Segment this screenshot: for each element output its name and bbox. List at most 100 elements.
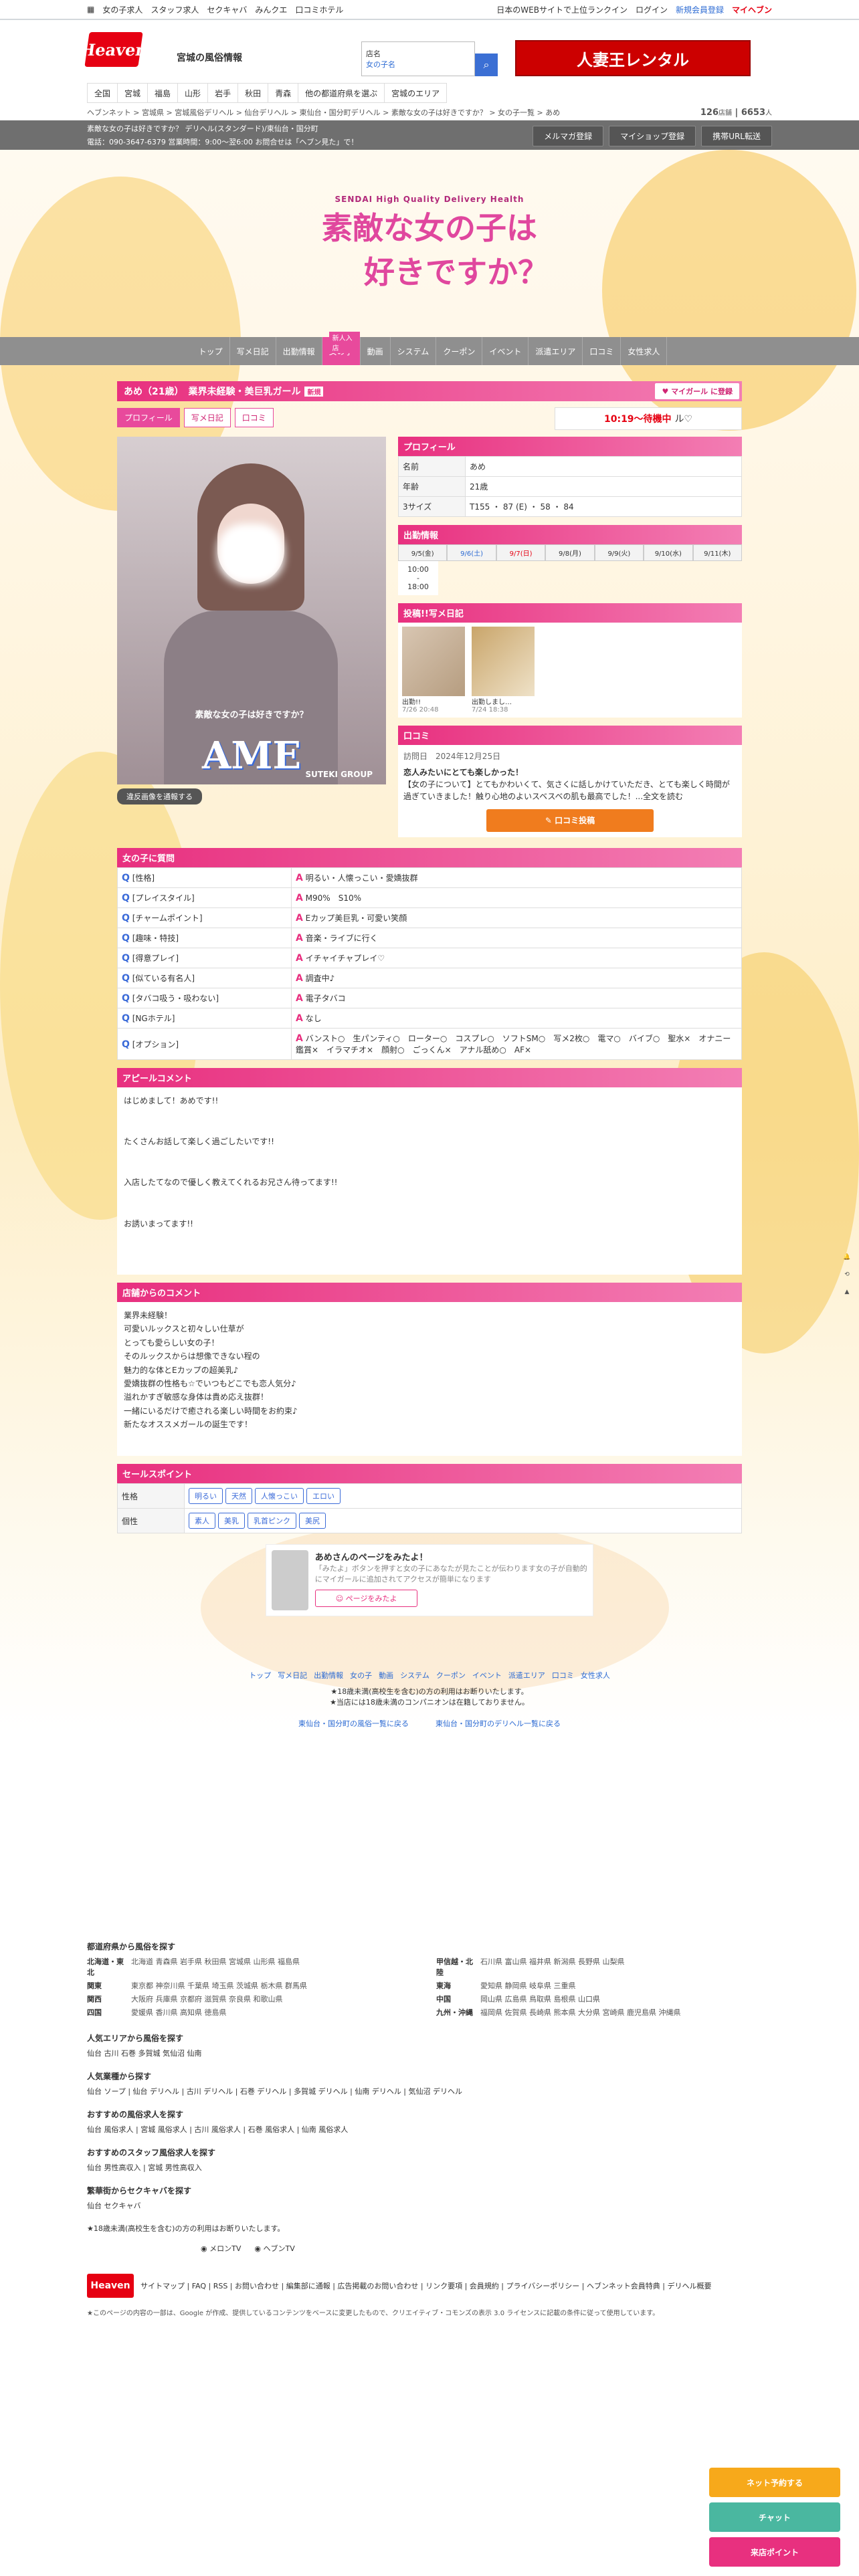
fnav-link[interactable]: イベント [472,1671,502,1680]
review-post-button[interactable]: ✎ 口コミ投稿 [486,809,654,832]
nav-video[interactable]: 動画 [361,337,391,365]
area-links[interactable]: 仙台 古川 石巻 多賀城 気仙沼 仙南 [87,2048,772,2058]
search-label: 店名 [366,49,381,58]
region-tab[interactable]: 宮城 [117,83,148,103]
net-reserve-button[interactable]: ネット予約する [709,2468,840,2497]
top-link[interactable]: 女の子求人 [102,4,142,15]
ad-banner[interactable]: 人妻王レンタル [515,40,751,76]
recruit-links[interactable]: 仙台 風俗求人 | 宮城 風俗求人 | 古川 風俗求人 | 石巻 風俗求人 | … [87,2124,772,2135]
myheaven-link[interactable]: マイヘブン [732,4,772,15]
nav-system[interactable]: システム [391,337,437,365]
point-button[interactable]: 来店ポイント [709,2537,840,2567]
nav-review[interactable]: 口コミ [583,337,622,365]
region-tab[interactable]: 福島 [147,83,178,103]
shop-nav: トップ 写メ日記 出勤情報 新人入店女の子 動画 システム クーポン イベント … [0,332,859,365]
pref-links[interactable]: 福岡県 佐賀県 長崎県 熊本県 大分県 宮崎県 鹿児島県 沖縄県 [480,2007,680,2018]
pref-links[interactable]: 東京都 神奈川県 千葉県 埼玉県 茨城県 栃木県 群馬県 [131,1980,307,1991]
mitayo-button[interactable]: ☺ ページをみたよ [314,1590,418,1607]
back-link[interactable]: 東仙台・国分町の風俗一覧に戻る [298,1719,409,1728]
footer-logo[interactable]: Heaven [87,2274,134,2298]
breadcrumb: ヘブンネット > 宮城県 > 宮城風俗デリヘル > 仙台デリヘル > 東仙台・国… [0,103,859,120]
app-link[interactable]: ◉ メロンTV [201,2243,241,2254]
search-button[interactable]: ⌕ [475,53,498,76]
fnav-link[interactable]: 出勤情報 [314,1671,343,1680]
region-tab[interactable]: 秋田 [237,83,268,103]
footer-notice: ★18歳未満(高校生を含む)の方の利用はお断りいたします。 [87,2224,285,2233]
bell-icon[interactable]: 🔔 [839,1254,855,1261]
fnav-link[interactable]: 口コミ [552,1671,574,1680]
tab-review[interactable]: 口コミ [234,408,274,427]
fnav-link[interactable]: 女性求人 [581,1671,610,1680]
menu-icon[interactable]: ▦ [87,5,94,14]
profile-header: プロフィール [398,437,742,456]
mailmag-button[interactable]: メルマガ登録 [533,126,604,146]
staff-links[interactable]: 仙台 男性高収入 | 宮城 男性高収入 [87,2162,772,2173]
tab-diary[interactable]: 写メ日記 [183,408,231,427]
register-link[interactable]: 新規会員登録 [676,4,724,15]
schedule-days: 9/5(金) 9/6(土) 9/7(日) 9/8(月) 9/9(火) 9/10(水) 9/1… [398,544,742,561]
fnav-link[interactable]: 動画 [379,1671,393,1680]
top-link[interactable]: みんクエ [255,4,287,15]
nav-recruit[interactable]: 女性求人 [621,337,668,365]
region-tab[interactable]: 全国 [87,83,118,103]
site-logo[interactable]: Heaven [79,32,149,67]
hero-subtitle: SENDAI High Quality Delivery Health [335,195,524,204]
fnav-link[interactable]: 女の子 [350,1671,372,1680]
pref-links[interactable]: 愛媛県 香川県 高知県 徳島県 [131,2007,227,2018]
nav-girls[interactable]: 新人入店女の子 [322,332,361,365]
pref-links[interactable]: 石川県 富山県 福井県 新潟県 長野県 山梨県 [480,1956,624,1977]
nav-area[interactable]: 派遣エリア [529,337,583,365]
footer-shop-nav: トップ 写メ日記 出勤情報 女の子 動画 システム クーポン イベント 派遣エリア 口コミ 女性求人 [117,1670,742,1681]
chat-button[interactable]: チャット [709,2502,840,2532]
diary-item[interactable]: 出勤しまし… 7/24 18:38 [472,627,535,714]
rank-text: 日本のWEBサイトで上位ランクイン [496,5,628,15]
nav-coupon[interactable]: クーポン [436,337,483,365]
shop-comment-header: 店舗からのコメント [117,1283,742,1302]
region-tab[interactable]: 他の都道府県を選ぶ [298,83,385,103]
shop-comment-text: 業界未経験！ 可愛いルックスと初々しい仕草が とっても愛らしい女の子！ そのルッ… [117,1302,742,1456]
girl-photo[interactable]: 素敵な女の子は好きですか？ AME SUTEKI GROUP [117,437,386,784]
fnav-link[interactable]: 写メ日記 [278,1671,307,1680]
report-image-button[interactable]: 違反画像を通報する [117,788,202,804]
genre-links[interactable]: 仙台 ソープ | 仙台 デリヘル | 古川 デリヘル | 石巻 デリヘル | 多… [87,2086,772,2097]
mobile-url-button[interactable]: 携帯URL転送 [701,126,772,146]
nav-top[interactable]: トップ [192,337,230,365]
region-tab[interactable]: 宮城のエリア [384,83,448,103]
fnav-link[interactable]: トップ [249,1671,271,1680]
fnav-link[interactable]: クーポン [436,1671,466,1680]
top-icon[interactable]: ▲ [839,1289,855,1295]
mygirl-button[interactable]: ♥ マイガール に登録 [655,383,739,399]
side-tools[interactable]: 🔔 ⟲ ▲ [839,1254,855,1295]
pref-links[interactable]: 愛知県 静岡県 岐阜県 三重県 [480,1980,576,1991]
pref-links[interactable]: 大阪府 兵庫県 京都府 滋賀県 奈良県 和歌山県 [131,1994,282,2004]
nav-event[interactable]: イベント [482,337,529,365]
pencil-icon: ✎ [545,816,552,825]
myshop-button[interactable]: マイショップ登録 [609,126,696,146]
app-link[interactable]: ◉ ヘブンTV [254,2243,294,2254]
fnav-link[interactable]: 派遣エリア [508,1671,545,1680]
breadcrumb-path[interactable]: ヘブンネット > 宮城県 > 宮城風俗デリヘル > 仙台デリヘル > 東仙台・国… [87,107,560,117]
pref-links[interactable]: 北海道 青森県 岩手県 秋田県 宮城県 山形県 福島県 [131,1956,300,1977]
top-link[interactable]: 口コミホテル [295,4,343,15]
fnav-link[interactable]: システム [400,1671,430,1680]
sekukyaba-links[interactable]: 仙台 セクキャバ [87,2200,772,2211]
tab-profile[interactable]: プロフィール [117,408,180,427]
search-box[interactable]: 店名 女の子名 [361,41,475,76]
main-area: SENDAI High Quality Delivery Health 素敵な女… [0,150,859,1733]
top-link[interactable]: セクキャバ [207,4,247,15]
pref-links[interactable]: 岡山県 広島県 鳥取県 島根県 山口県 [480,1994,600,2004]
nav-schedule[interactable]: 出勤情報 [276,337,322,365]
top-link[interactable]: スタッフ求人 [151,4,199,15]
nav-diary[interactable]: 写メ日記 [230,337,276,365]
footer-links[interactable]: サイトマップ | FAQ | RSS | お問い合わせ | 編集部に通報 | 広… [140,2280,711,2291]
login-link[interactable]: ログイン [636,4,668,15]
search-input[interactable]: 女の子名 [366,59,470,70]
back-link[interactable]: 東仙台・国分町のデリヘル一覧に戻る [436,1719,561,1728]
smile-icon: ☺ [335,1594,344,1603]
region-tab[interactable]: 岩手 [207,83,238,103]
region-tab[interactable]: 青森 [268,83,298,103]
region-tab[interactable]: 山形 [177,83,208,103]
legal-text: ★このページの内容の一部は、Google が作成、提供しているコンテンツをベース… [87,2310,660,2317]
diary-item[interactable]: 出勤!! 7/26 20:48 [402,627,465,714]
history-icon[interactable]: ⟲ [839,1271,855,1278]
